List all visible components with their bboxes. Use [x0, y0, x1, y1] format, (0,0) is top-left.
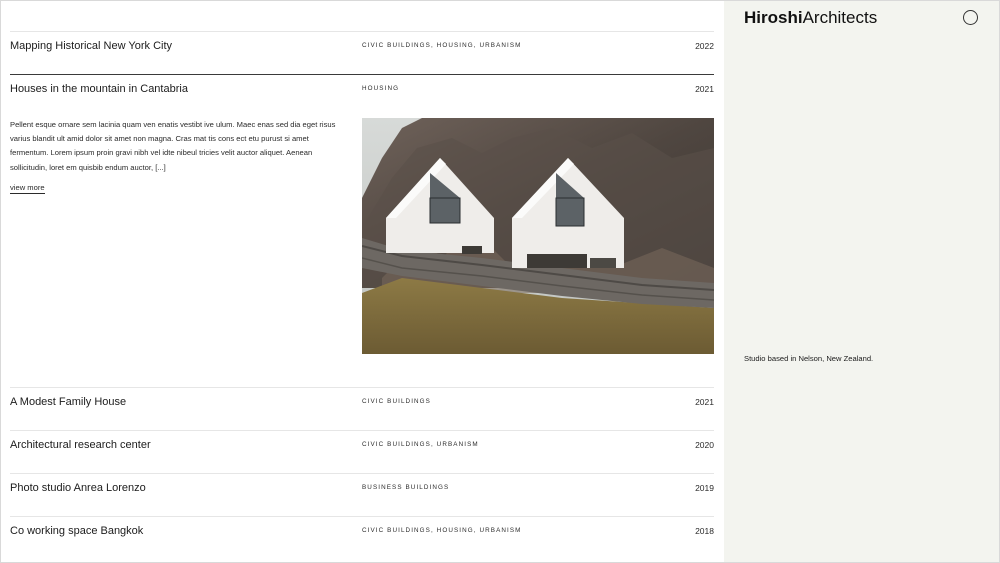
page-border	[0, 0, 1000, 563]
